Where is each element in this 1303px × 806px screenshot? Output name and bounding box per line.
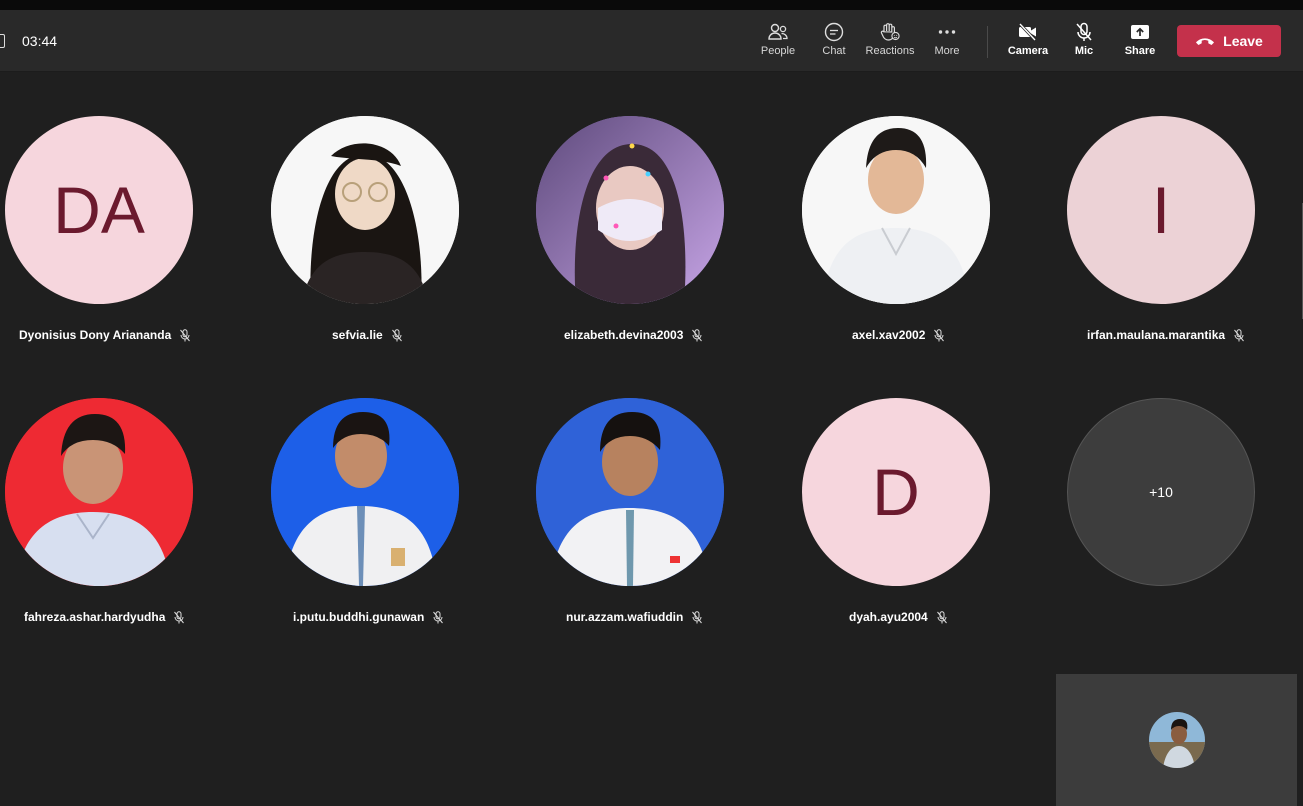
avatar-photo bbox=[536, 398, 724, 586]
mic-button[interactable]: Mic bbox=[1056, 20, 1112, 66]
chat-label: Chat bbox=[822, 45, 846, 57]
reactions-label: Reactions bbox=[865, 45, 915, 57]
participant-tile[interactable]: sefvia.lie bbox=[271, 116, 491, 376]
participant-name: elizabeth.devina2003 bbox=[564, 328, 684, 342]
chat-button[interactable]: Chat bbox=[806, 20, 862, 66]
participant-name: irfan.maulana.marantika bbox=[1087, 328, 1226, 342]
people-icon bbox=[768, 23, 788, 40]
participant-name: Dyonisius Dony Ariananda bbox=[19, 328, 172, 342]
avatar-initials: D bbox=[802, 398, 990, 586]
participant-tile[interactable]: D dyah.ayu2004 bbox=[802, 398, 1022, 658]
people-button[interactable]: People bbox=[750, 20, 806, 66]
participant-name: i.putu.buddhi.gunawan bbox=[293, 610, 425, 624]
participant-nameplate: dyah.ayu2004 bbox=[849, 610, 948, 624]
mic-off-icon bbox=[180, 328, 191, 341]
share-icon bbox=[1131, 25, 1149, 39]
participant-name: dyah.ayu2004 bbox=[849, 610, 928, 624]
mic-off-icon bbox=[692, 610, 703, 623]
mic-off-icon bbox=[692, 328, 703, 341]
mic-off-icon bbox=[936, 610, 947, 623]
participant-name: nur.azzam.wafiuddin bbox=[566, 610, 684, 624]
mic-off-icon bbox=[433, 610, 444, 623]
participant-tile[interactable]: i.putu.buddhi.gunawan bbox=[271, 398, 491, 658]
avatar-photo bbox=[802, 116, 990, 304]
participant-name: sefvia.lie bbox=[332, 328, 383, 342]
person-photo-icon bbox=[536, 398, 724, 586]
camera-off-icon bbox=[1018, 22, 1037, 42]
participant-nameplate: fahreza.ashar.hardyudha bbox=[24, 610, 185, 624]
participant-name: axel.xav2002 bbox=[852, 328, 926, 342]
participant-nameplate: nur.azzam.wafiuddin bbox=[566, 610, 703, 624]
mic-label: Mic bbox=[1074, 45, 1094, 57]
participant-nameplate: elizabeth.devina2003 bbox=[564, 328, 703, 342]
reactions-button[interactable]: Reactions bbox=[862, 20, 918, 66]
person-photo-icon bbox=[5, 398, 193, 586]
participant-tile[interactable]: axel.xav2002 bbox=[802, 116, 1022, 376]
meeting-timer: 03:44 bbox=[22, 33, 58, 49]
more-button[interactable]: More bbox=[919, 20, 975, 66]
toolbar-divider bbox=[987, 26, 988, 58]
participant-tile[interactable]: fahreza.ashar.hardyudha bbox=[5, 398, 225, 658]
overflow-count: +10 bbox=[1067, 398, 1255, 586]
participant-gallery: DA Dyonisius Dony Ariananda sefvia.lie e… bbox=[0, 73, 1303, 806]
person-photo-icon bbox=[802, 116, 990, 304]
self-view-tile[interactable] bbox=[1056, 674, 1297, 806]
participant-tile[interactable]: elizabeth.devina2003 bbox=[536, 116, 756, 376]
leave-label: Leave bbox=[1223, 33, 1263, 49]
more-icon bbox=[938, 30, 956, 34]
share-button[interactable]: Share bbox=[1112, 20, 1168, 66]
mic-off-icon bbox=[934, 328, 945, 341]
participant-tile[interactable]: DA Dyonisius Dony Ariananda bbox=[5, 116, 225, 376]
raise-hand-icon bbox=[880, 23, 900, 41]
leave-button[interactable]: Leave bbox=[1177, 25, 1281, 57]
shield-icon[interactable] bbox=[0, 34, 5, 48]
hang-up-icon bbox=[1196, 38, 1215, 45]
participant-name: fahreza.ashar.hardyudha bbox=[24, 610, 166, 624]
overflow-participants-tile[interactable]: +10 bbox=[1067, 398, 1287, 658]
avatar-photo bbox=[536, 116, 724, 304]
camera-button[interactable]: Camera bbox=[1000, 20, 1056, 66]
participant-nameplate: irfan.maulana.marantika bbox=[1087, 328, 1245, 342]
person-photo-icon bbox=[271, 398, 459, 586]
mic-off-icon bbox=[174, 610, 185, 623]
avatar-initials: I bbox=[1067, 116, 1255, 304]
person-photo-icon bbox=[1149, 712, 1205, 768]
people-label: People bbox=[760, 45, 796, 57]
share-label: Share bbox=[1124, 45, 1156, 57]
participant-tile[interactable]: nur.azzam.wafiuddin bbox=[536, 398, 756, 658]
more-label: More bbox=[934, 45, 960, 57]
self-avatar bbox=[1149, 712, 1205, 768]
participant-nameplate: i.putu.buddhi.gunawan bbox=[293, 610, 444, 624]
mic-off-icon bbox=[1076, 22, 1092, 41]
mic-off-icon bbox=[1234, 328, 1244, 341]
participant-nameplate: sefvia.lie bbox=[332, 328, 403, 342]
participant-tile[interactable]: I irfan.maulana.marantika bbox=[1067, 116, 1287, 376]
person-photo-icon bbox=[271, 116, 459, 304]
person-photo-icon bbox=[536, 116, 724, 304]
chat-icon bbox=[824, 22, 844, 42]
window-top-strip bbox=[0, 0, 1303, 10]
avatar-initials: DA bbox=[5, 116, 193, 304]
avatar-photo bbox=[271, 398, 459, 586]
participant-nameplate: axel.xav2002 bbox=[852, 328, 945, 342]
meeting-toolbar: 03:44 People Chat Reactions More Camera … bbox=[0, 10, 1303, 72]
mic-off-icon bbox=[391, 328, 402, 341]
avatar-photo bbox=[271, 116, 459, 304]
participant-nameplate: Dyonisius Dony Ariananda bbox=[19, 328, 191, 342]
camera-label: Camera bbox=[1007, 45, 1049, 57]
avatar-photo bbox=[5, 398, 193, 586]
